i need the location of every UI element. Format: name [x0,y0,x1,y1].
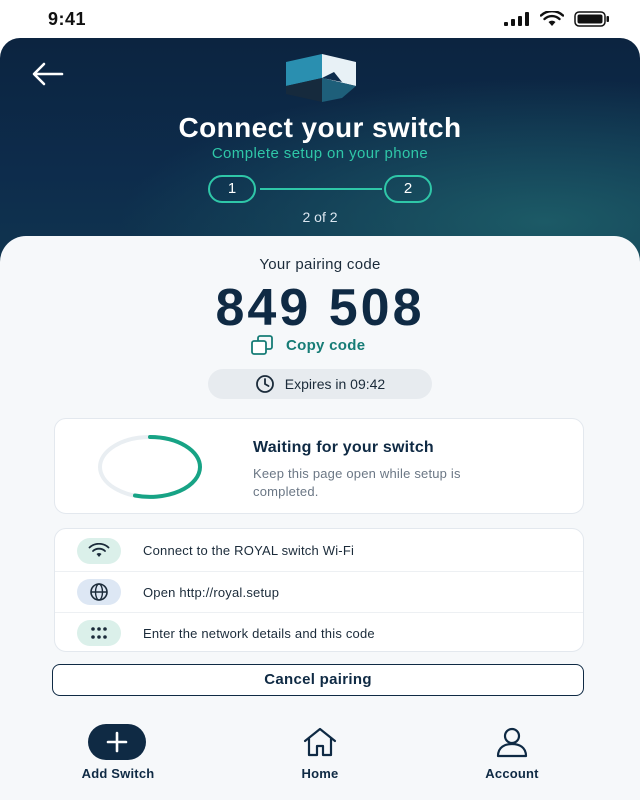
waiting-title: Waiting for your switch [253,439,434,456]
instruction-text: Open http://royal.setup [143,584,280,600]
step-2-indicator: 2 [384,175,432,203]
home-icon [303,727,337,757]
page-title: Connect your switch [178,112,462,143]
add-switch-button[interactable] [88,724,146,760]
step-counter: 2 of 2 [302,209,338,225]
instruction-text: Enter the network details and this code [143,625,375,641]
step-1-indicator: 1 [208,175,256,203]
nav-account[interactable]: Account [447,716,577,800]
nav-label-add-switch: Add Switch [81,766,155,781]
user-icon [496,727,528,758]
waiting-description: Keep this page open while setup is compl… [253,466,461,499]
list-item: Connect to the ROYAL switch Wi-Fi [55,530,583,571]
nav-label-home: Home [301,766,339,781]
wifi-status-icon [540,11,564,26]
instructions-list: Connect to the ROYAL switch Wi-Fi Open h… [54,528,584,652]
plus-icon [106,731,128,753]
progress-stepper: 1 2 [208,175,432,203]
status-time: 9:41 [48,9,87,29]
clock-icon [255,375,274,393]
royal-logo [286,54,356,102]
list-item: Open http://royal.setup [55,571,583,612]
copy-icon [251,335,273,355]
loading-spinner-icon [98,435,203,499]
battery-icon [574,11,609,27]
waiting-card: Waiting for your switch Keep this page o… [54,418,584,514]
status-bar: 9:41 [0,0,640,38]
back-arrow-icon [32,62,64,86]
list-item: Enter the network details and this code [55,612,583,651]
keypad-icon [77,620,121,646]
globe-icon [77,579,121,605]
page-subtitle: Complete setup on your phone [211,145,429,162]
pairing-code-label: Your pairing code [259,256,381,273]
expiry-badge: Expires in 09:42 [208,369,432,399]
instruction-text: Connect to the ROYAL switch Wi-Fi [143,543,355,558]
cancel-pairing-button[interactable]: Cancel pairing [52,664,584,696]
pairing-code: 849 508 [215,279,425,337]
expiry-text: Expires in 09:42 [284,376,386,392]
signal-icon [504,12,529,26]
step-connector [260,188,382,190]
nav-add-switch[interactable]: Add Switch [53,716,183,800]
bottom-navigation: Add Switch Home Account [0,716,640,800]
copy-code-button[interactable]: Copy code [250,334,365,356]
copy-code-label: Copy code [286,336,366,354]
status-icons [504,11,610,27]
nav-label-account: Account [485,766,539,781]
back-button[interactable] [30,60,66,88]
wifi-icon [77,537,121,564]
nav-home[interactable]: Home [255,716,385,800]
header: Connect your switch Complete setup on yo… [0,38,640,268]
